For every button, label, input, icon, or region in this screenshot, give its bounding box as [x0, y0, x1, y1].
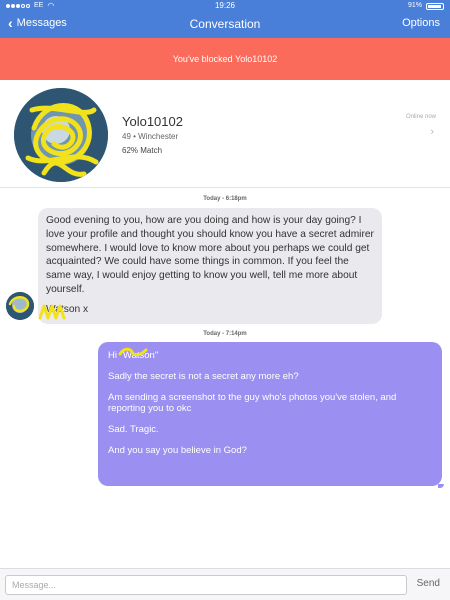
chevron-right-icon: › [430, 126, 434, 138]
nav-bar: ‹ Messages Conversation Options [0, 12, 450, 38]
incoming-message-text: Good evening to you, how are you doing a… [46, 215, 377, 295]
clock: 19:26 [214, 1, 236, 10]
outgoing-message-line: And you say you believe in God? [108, 445, 247, 456]
status-right: 91% [408, 0, 444, 12]
outgoing-message-line: Hi "Watson" [108, 350, 159, 361]
incoming-message-signature: Watson x [46, 303, 89, 315]
profile-age-location: 49 • Winchester [122, 132, 179, 141]
message-timestamp: Today - 6:18pm [203, 196, 247, 202]
bubble-tail [438, 484, 444, 488]
profile-card[interactable]: Yolo10102 49 • Winchester 62% Match Onli… [0, 80, 450, 188]
incoming-message-bubble: Good evening to you, how are you doing a… [38, 208, 382, 324]
back-label: Messages [16, 17, 67, 29]
sender-avatar[interactable] [6, 292, 34, 320]
blocked-banner: You've blocked Yolo10102 [0, 38, 450, 80]
battery-icon [426, 2, 444, 10]
conversation-screen: EE ◠ 19:26 91% ‹ Messages Conversation O… [0, 0, 450, 600]
message-timestamp: Today - 7:14pm [203, 331, 247, 337]
signature-scribble [38, 304, 66, 320]
message-composer: Send [0, 568, 450, 600]
battery-percent: 91% [407, 2, 422, 9]
message-input[interactable] [5, 575, 407, 595]
outgoing-message-line: Sadly the secret is not a secret any mor… [108, 371, 299, 382]
page-title: Conversation [189, 17, 261, 31]
send-button[interactable]: Send [417, 578, 440, 589]
online-status: Online now [405, 114, 436, 120]
avatar[interactable] [14, 88, 108, 182]
chevron-left-icon: ‹ [8, 14, 13, 31]
outgoing-message-bubble: Hi "Watson" Sadly the secret is not a se… [98, 342, 442, 486]
options-button[interactable]: Options [402, 17, 440, 29]
outgoing-message-line: Sad. Tragic. [108, 424, 159, 435]
profile-match-percent: 62% Match [122, 146, 163, 155]
greeting-scribble [118, 347, 148, 357]
sender-avatar-image [6, 292, 34, 320]
status-bar: EE ◠ 19:26 91% [0, 0, 450, 12]
avatar-image [14, 88, 108, 182]
back-button[interactable]: ‹ Messages [8, 14, 67, 31]
top-bar: EE ◠ 19:26 91% ‹ Messages Conversation O… [0, 0, 450, 38]
outgoing-message-line: Am sending a screenshot to the guy who's… [108, 392, 397, 414]
profile-username: Yolo10102 [122, 114, 183, 129]
